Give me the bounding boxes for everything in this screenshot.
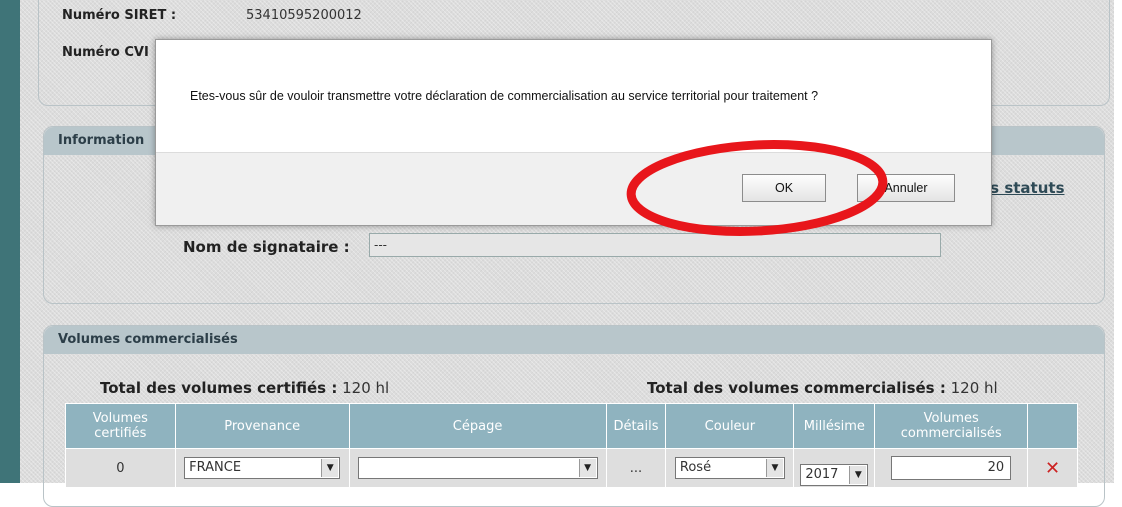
modal-layer: Etes-vous sûr de vouloir transmettre vot…	[0, 0, 1122, 483]
annotation-circle	[626, 140, 888, 236]
